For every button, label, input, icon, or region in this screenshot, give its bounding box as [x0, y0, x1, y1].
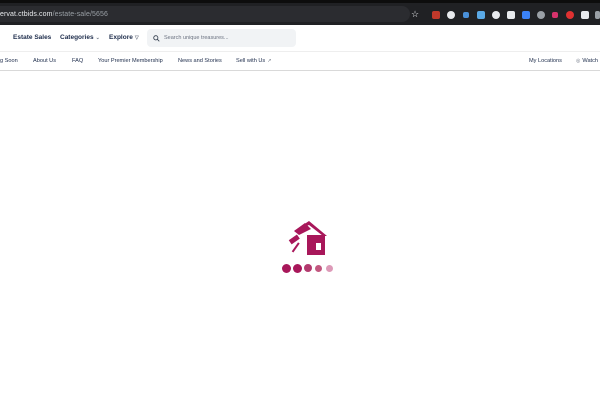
chevron-down-icon: ▽	[134, 35, 139, 41]
address-bar[interactable]: ervat.ctbids.com/estate-sale/5656	[0, 6, 410, 22]
site-header: Estate Sales Categories ⌄ Explore ▽	[0, 25, 600, 51]
extension-icon-9[interactable]	[552, 12, 558, 18]
categories-menu[interactable]: Categories ⌄	[60, 34, 100, 41]
sell-with-us-label: Sell with Us	[236, 58, 266, 64]
extension-icon-7[interactable]	[522, 11, 530, 19]
chevron-down-icon: ⌄	[95, 35, 100, 41]
search-box[interactable]	[147, 29, 296, 47]
extensions-puzzle-icon[interactable]	[581, 11, 589, 19]
loading-dot	[326, 265, 333, 272]
loading-dot	[315, 265, 322, 272]
star-icon[interactable]: ☆	[411, 10, 419, 19]
extension-icon-10[interactable]	[566, 11, 574, 19]
nav-premier-membership[interactable]: Your Premier Membership	[98, 58, 163, 64]
search-input[interactable]	[164, 35, 284, 41]
watch-label: Watch	[582, 58, 599, 64]
explore-menu[interactable]: Explore ▽	[109, 34, 139, 41]
nav-my-locations[interactable]: My Locations	[529, 58, 562, 64]
browser-toolbar: ervat.ctbids.com/estate-sale/5656 ☆	[0, 3, 600, 25]
loading-dot	[293, 264, 302, 273]
eye-icon: ◎	[576, 58, 581, 64]
nav-coming-soon[interactable]: g Soon	[0, 58, 18, 64]
estate-sales-link[interactable]: Estate Sales	[13, 34, 51, 41]
loading-dot	[304, 264, 312, 272]
categories-label: Categories	[60, 34, 94, 41]
tab-search-icon[interactable]	[595, 11, 600, 19]
explore-label: Explore	[109, 34, 133, 41]
loading-dots	[282, 264, 342, 274]
external-link-icon: ↗	[267, 58, 272, 64]
extension-icon-3[interactable]	[463, 12, 469, 18]
loading-dot	[282, 264, 291, 273]
extension-icon-5[interactable]	[492, 11, 500, 19]
sub-navigation: g Soon About Us FAQ Your Premier Members…	[0, 51, 600, 71]
extension-icon-2[interactable]	[447, 11, 455, 19]
nav-news-and-stories[interactable]: News and Stories	[178, 58, 222, 64]
house-gavel-icon	[288, 221, 327, 255]
extension-icon-6[interactable]	[507, 11, 515, 19]
nav-sell-with-us[interactable]: Sell with Us ↗	[236, 58, 271, 64]
nav-faq[interactable]: FAQ	[72, 58, 83, 64]
extension-icon-4[interactable]	[477, 11, 485, 19]
search-icon	[153, 34, 160, 42]
nav-watchlist[interactable]: ◎ Watch	[576, 58, 598, 64]
address-bar-url: ervat.ctbids.com/estate-sale/5656	[0, 10, 108, 18]
extension-icon-8[interactable]	[537, 11, 545, 19]
extension-icon-1[interactable]	[432, 11, 440, 19]
nav-about-us[interactable]: About Us	[33, 58, 56, 64]
